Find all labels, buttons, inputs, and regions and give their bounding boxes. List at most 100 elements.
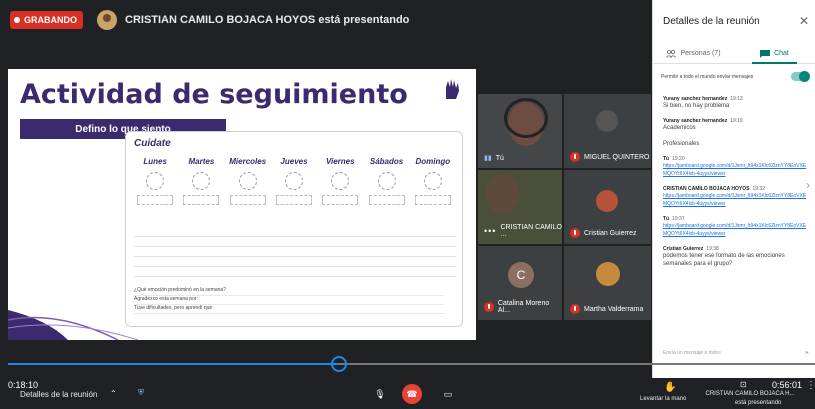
chat-message: Cristian Guierrez 19:38 podemos tener ese …	[663, 246, 808, 268]
participant-name: MIGUEL QUINTERO	[584, 153, 650, 161]
camera-button[interactable]: ▭	[438, 384, 458, 404]
day-name: Sábados	[369, 157, 404, 166]
answer-box	[414, 195, 451, 205]
message-link[interactable]: https://jamboard.google.com/d/1Jsmr_lt94…	[663, 162, 808, 178]
question-line: ¿Qué emoción predominó en la semana?	[134, 287, 444, 296]
end-call-icon: ☎	[406, 388, 418, 399]
days-row: Lunes Martes Miercoles Jueves Viernes Sábados…	[126, 157, 462, 205]
chat-message: Tú 19:37 https://jamboard.google.com/d/1Js…	[663, 216, 808, 238]
message-time: 19:13	[730, 96, 743, 102]
close-icon[interactable]: ✕	[799, 14, 809, 28]
shield-icon[interactable]: ⛨	[138, 388, 144, 398]
participant-tile-miguel[interactable]: MIGUEL QUINTERO	[564, 94, 651, 168]
chevron-up-icon[interactable]: ⌃	[110, 389, 117, 398]
meeting-details-panel: Detalles de la reunión ✕ Personas (7) Ch…	[652, 0, 815, 378]
decorative-wave	[8, 310, 139, 340]
allow-messages-row: Permitir a todo el mundo enviar mensajes	[661, 71, 810, 82]
face-icon	[331, 172, 350, 190]
meet-window: GRABANDO CRISTIAN CAMILO BOJACA HOYOS es…	[0, 0, 815, 409]
chat-input-placeholder: Envía un mensaje a todos	[663, 350, 721, 356]
panel-title: Detalles de la reunión	[663, 16, 760, 27]
answer-box	[322, 195, 359, 205]
participant-tile-you[interactable]: ▮▮ Tú	[478, 94, 562, 168]
day-column: Miercoles	[226, 157, 270, 205]
answer-box	[137, 195, 174, 205]
avatar	[596, 190, 618, 212]
more-vert-icon[interactable]: ⋮	[806, 380, 815, 391]
chat-message: Yurany sanchez hernandez 19:13 Si bien, no…	[663, 96, 808, 110]
participant-tile-martha[interactable]: Martha Valderrama	[564, 246, 651, 320]
mic-off-icon	[570, 228, 580, 238]
emotions-sheet: Cuidate Lunes Martes Miercoles Jueves Vierne…	[125, 131, 463, 327]
camera-icon: ▭	[443, 388, 453, 399]
answer-box	[368, 195, 405, 205]
day-column: Domingo	[411, 157, 455, 205]
message-text: Si bien, no hay problema	[663, 103, 730, 109]
elapsed-time: 0:18:10	[8, 380, 39, 390]
headphones-icon	[504, 98, 548, 138]
tab-chat-label: Chat	[774, 50, 789, 57]
chevron-right-icon[interactable]: ›	[806, 178, 810, 192]
mic-button[interactable]: 🎙	[370, 384, 390, 404]
message-text: Academicos	[663, 125, 696, 131]
mic-icon: 🎙	[374, 388, 386, 399]
more-options-icon[interactable]: •••	[484, 226, 496, 236]
recording-badge: GRABANDO	[10, 11, 83, 29]
presenter-avatar	[97, 10, 117, 30]
face-icon	[423, 172, 442, 190]
presenting-text: CRISTIAN CAMILO BOJACA HOYOS está presen…	[125, 14, 410, 26]
chat-message: Yurany sanchez hernandez 19:19 Academicos	[663, 118, 808, 132]
details-label[interactable]: Detalles de la reunión	[20, 390, 97, 399]
day-column: Jueves	[272, 157, 316, 205]
chat-icon	[760, 49, 771, 58]
chat-message: Tú 19:20 https://jamboard.google.com/d/1Js…	[663, 156, 808, 178]
message-text: podemos tener ese formato de las emocion…	[663, 253, 785, 267]
progress-handle[interactable]	[330, 356, 347, 372]
answer-box	[229, 195, 266, 205]
allow-messages-toggle[interactable]	[791, 71, 810, 82]
avatar-initial: C	[516, 268, 526, 282]
mic-off-icon	[570, 152, 580, 162]
progress-fill	[8, 363, 339, 365]
avatar	[596, 262, 620, 286]
end-call-button[interactable]: ☎	[402, 384, 422, 404]
send-icon[interactable]: ➤	[805, 350, 809, 356]
answer-box	[275, 195, 312, 205]
tab-people[interactable]: Personas (7)	[653, 44, 734, 63]
bottom-bar: 0:18:10 Detalles de la reunión ⌃ ⛨ 🎙 ☎ ▭…	[0, 378, 815, 409]
presenting-sub: está presentando	[735, 400, 782, 406]
participant-name: Tú	[495, 154, 504, 162]
message-link[interactable]: https://jamboard.google.com/d/1Jsmr_lt94…	[663, 222, 808, 238]
message-time: 19:19	[730, 118, 743, 124]
questions-list: ¿Qué emoción predominó en la semana? Agra…	[134, 287, 444, 314]
raise-hand-icon[interactable]: ✋	[664, 382, 676, 393]
tab-chat[interactable]: Chat	[734, 44, 815, 64]
participant-name: CRISTIAN CAMILO ...	[500, 224, 562, 238]
people-icon	[666, 49, 677, 58]
presentation-slide: Actividad de seguimiento Defino lo que s…	[8, 69, 476, 340]
day-name: Viernes	[325, 157, 355, 166]
message-text: Profesionales	[663, 141, 700, 147]
video-progress[interactable]	[8, 356, 815, 372]
message-link[interactable]: https://jamboard.google.com/d/1Jsmr_lt94…	[663, 192, 808, 208]
participant-tile-cristian-guierrez[interactable]: Cristian Guierrez	[564, 170, 651, 244]
day-name: Lunes	[143, 157, 167, 166]
face-icon	[284, 172, 303, 190]
participant-name: Martha Valderrama	[584, 305, 644, 313]
participant-tile-catalina[interactable]: C Catalina Moreno Al...	[478, 246, 562, 320]
participant-name: Cristian Guierrez	[584, 229, 637, 237]
participant-tile-cristian-camilo[interactable]: ••• CRISTIAN CAMILO ...	[478, 170, 562, 244]
panel-tabs: Personas (7) Chat	[653, 44, 815, 64]
day-name: Domingo	[415, 157, 451, 166]
avatar: C	[508, 262, 534, 288]
face-icon	[192, 172, 211, 190]
day-column: Sábados	[365, 157, 409, 205]
raise-hand-label[interactable]: Levantar la mano	[640, 396, 686, 402]
day-column: Martes	[179, 157, 223, 205]
present-icon[interactable]: ⊡	[740, 380, 747, 389]
mic-off-icon	[570, 304, 580, 314]
tab-people-label: Personas (7)	[680, 50, 721, 57]
chat-input[interactable]: Envía un mensaje a todos ➤	[663, 350, 809, 356]
face-icon	[146, 172, 165, 190]
mic-off-icon	[484, 302, 494, 312]
